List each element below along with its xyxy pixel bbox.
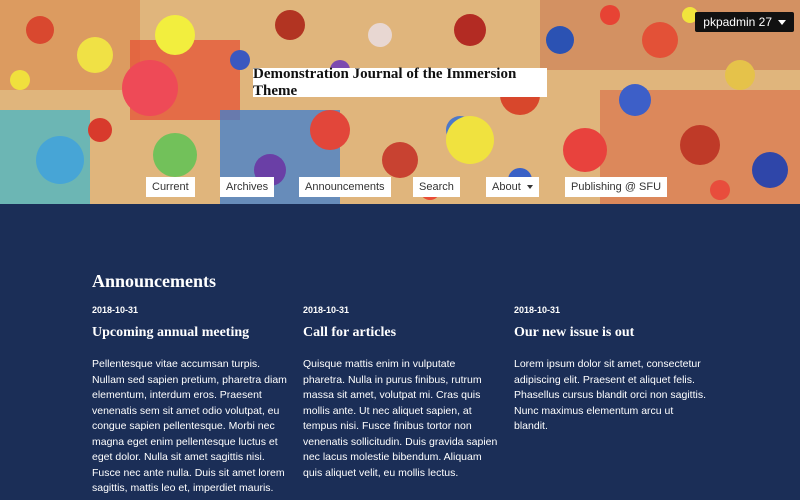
announcement-title-link[interactable]: Our new issue is out — [514, 325, 709, 341]
chevron-down-icon — [778, 19, 786, 25]
user-menu-label: pkpadmin 27 — [703, 15, 772, 29]
nav-announcements[interactable]: Announcements — [299, 177, 391, 197]
chevron-down-icon — [526, 185, 533, 189]
nav-publishing-sfu[interactable]: Publishing @ SFU — [565, 177, 668, 197]
nav-label: About — [492, 181, 521, 193]
announcement-body: Lorem ipsum dolor sit amet, consectetur … — [514, 358, 707, 432]
nav-archives[interactable]: Archives — [220, 177, 275, 197]
nav-label: Current — [152, 181, 189, 193]
nav-label: Publishing @ SFU — [571, 181, 662, 193]
announcement-date: 2018-10-31 — [303, 305, 350, 315]
announcement-date: 2018-10-31 — [514, 305, 561, 315]
announcement-body: Quisque mattis enim in vulputate pharetr… — [303, 358, 498, 479]
site-title[interactable]: Demonstration Journal of the Immersion T… — [253, 66, 547, 99]
announcement-card: 2018-10-31 Our new issue is out Lorem ip… — [514, 305, 709, 435]
announcement-body: Pellentesque vitae accumsan turpis. Null… — [92, 358, 287, 494]
user-menu-button[interactable]: pkpadmin 27 — [695, 12, 794, 32]
announcement-title-link[interactable]: Upcoming annual meeting — [92, 325, 287, 341]
announcement-date: 2018-10-31 — [92, 305, 139, 315]
announcement-title-link[interactable]: Call for articles — [303, 325, 498, 341]
announcement-card: 2018-10-31 Upcoming annual meeting Pelle… — [92, 305, 287, 497]
header-background-map-image — [0, 0, 800, 204]
nav-current[interactable]: Current — [146, 177, 195, 197]
nav-search[interactable]: Search — [413, 177, 460, 197]
announcement-card: 2018-10-31 Call for articles Quisque mat… — [303, 305, 498, 481]
nav-label: Announcements — [305, 181, 385, 193]
announcements-heading: Announcements — [92, 271, 217, 291]
nav-label: Search — [419, 181, 454, 193]
nav-about-dropdown[interactable]: About — [486, 177, 539, 197]
nav-label: Archives — [226, 181, 269, 193]
header-hero: pkpadmin 27 Demonstration Journal of the… — [0, 0, 800, 204]
